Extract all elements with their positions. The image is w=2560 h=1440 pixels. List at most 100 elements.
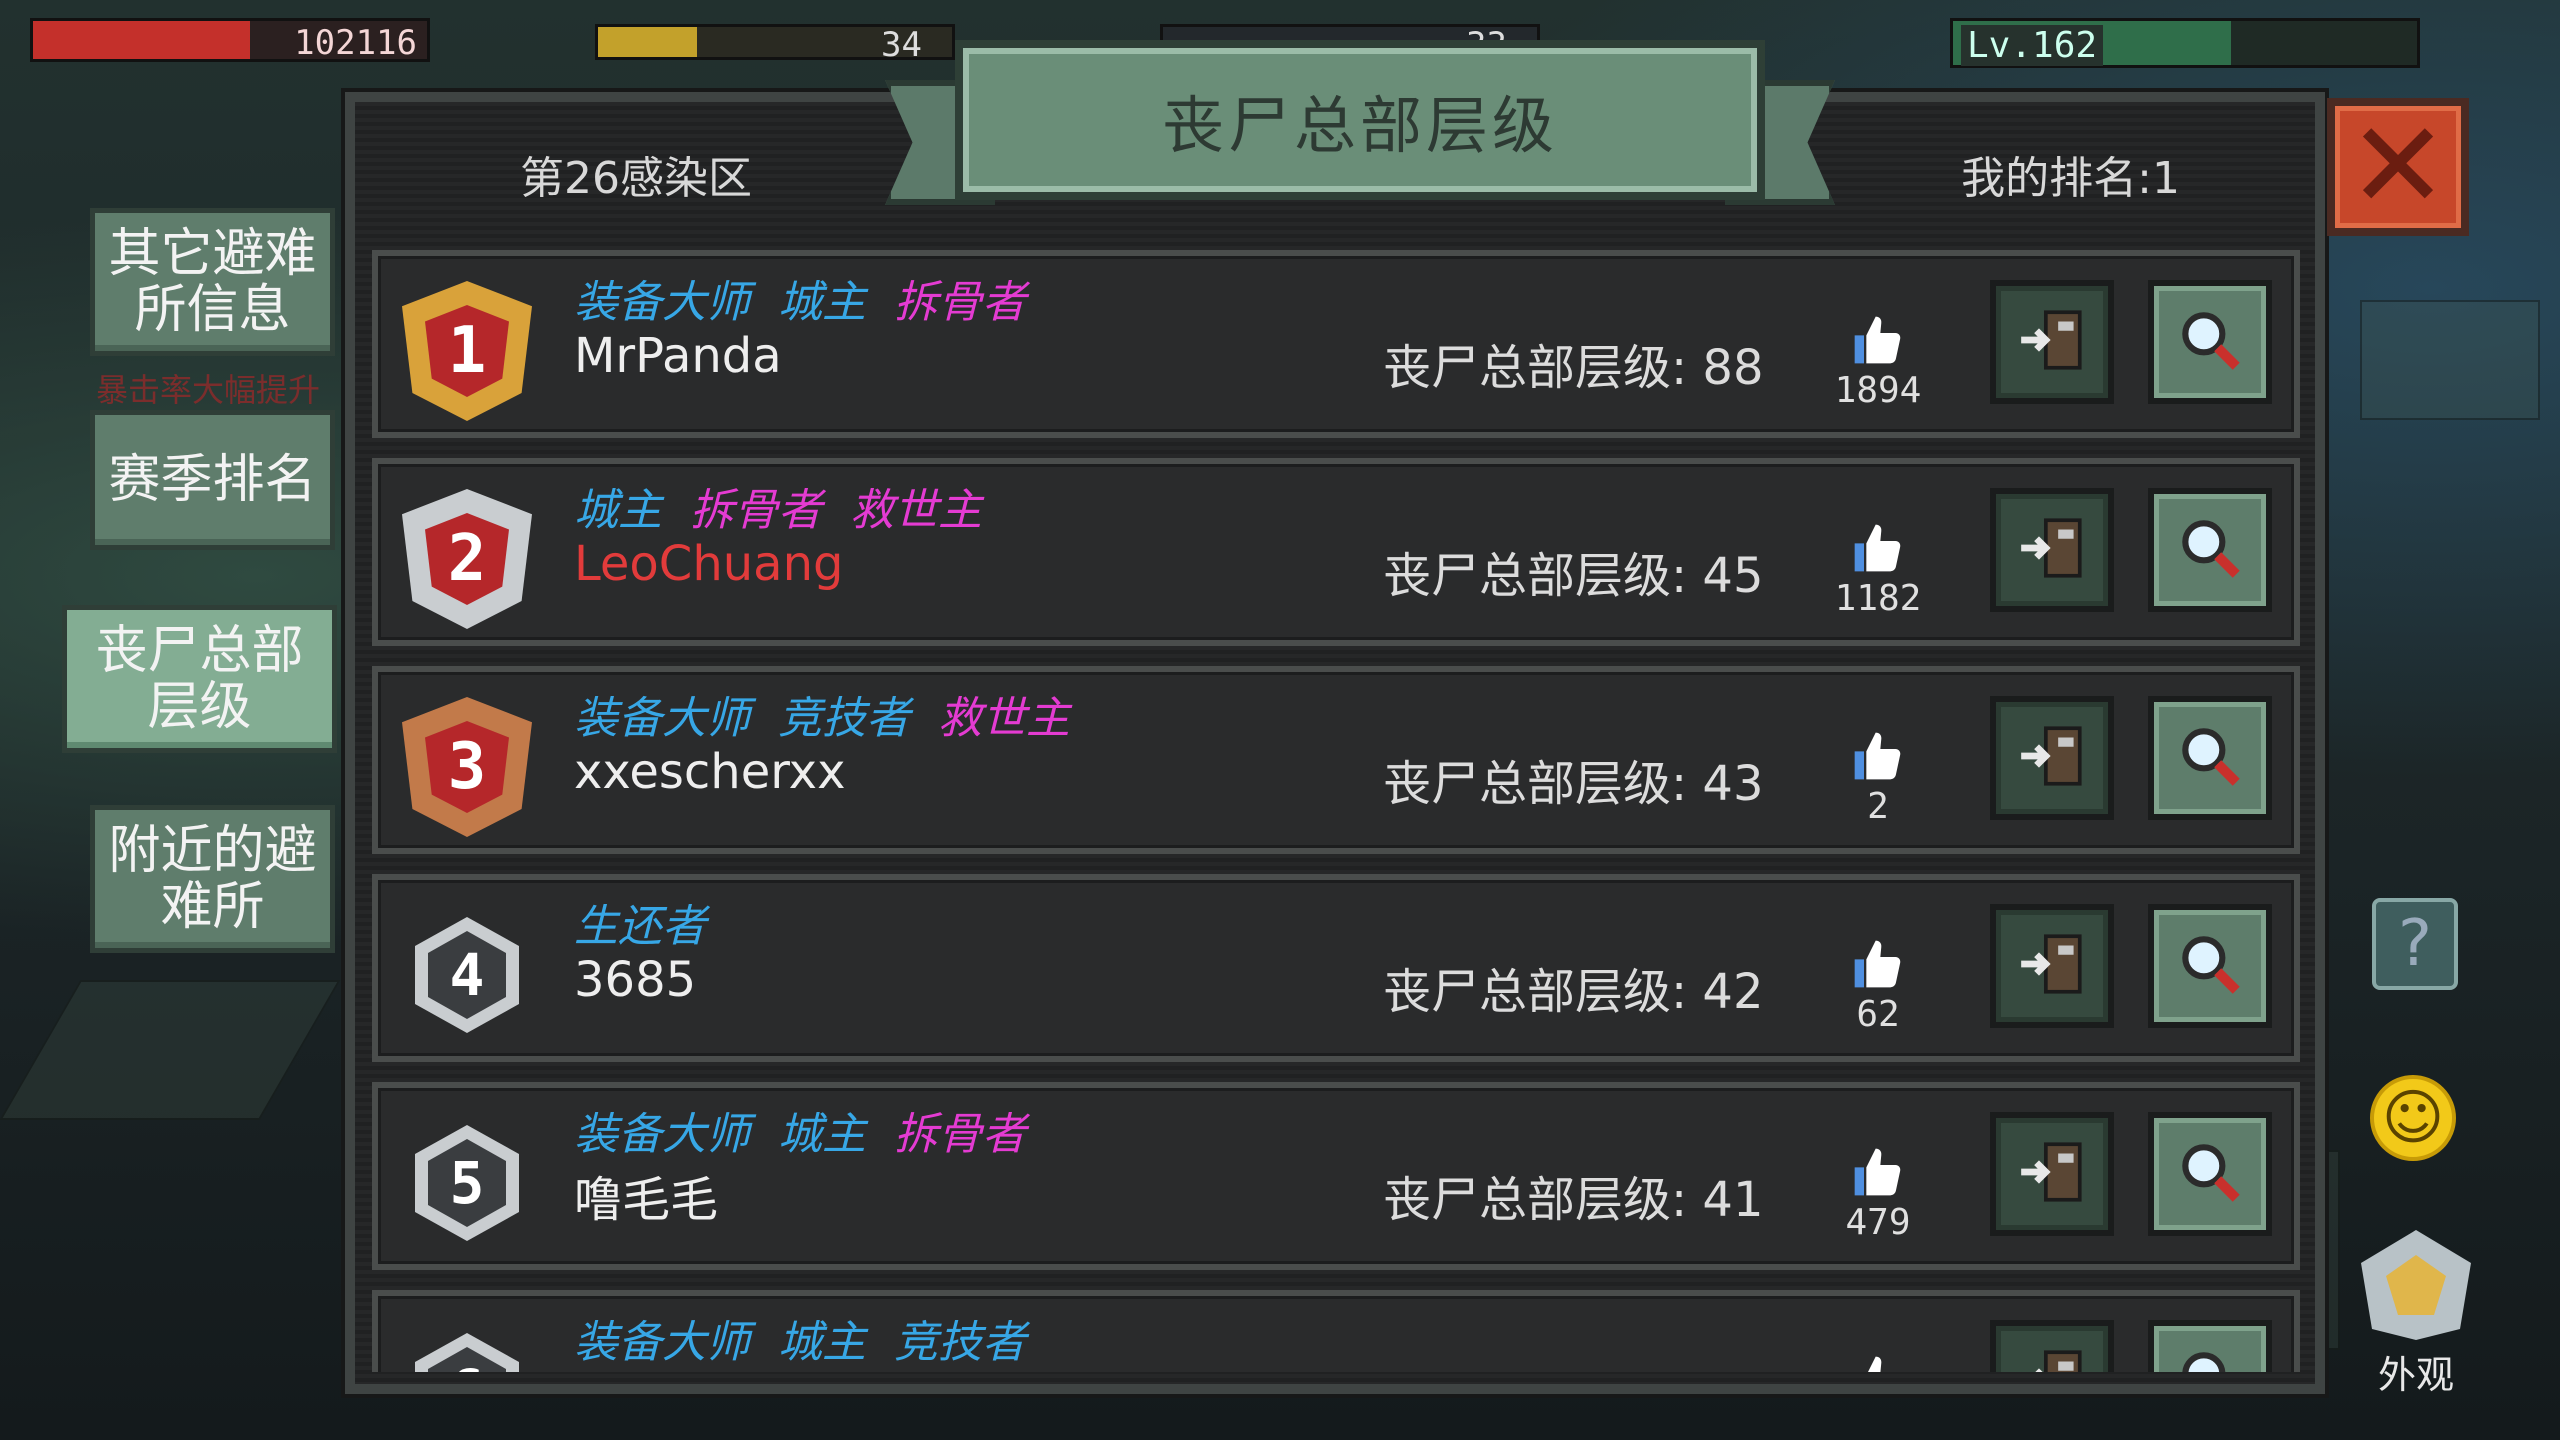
view-player-button[interactable]: [2148, 280, 2272, 404]
ranking-row[interactable]: 3 装备大师 竞技者 救世主 xxescherxx 丧尸总部层级: 43 2: [372, 666, 2300, 854]
view-player-button[interactable]: [2148, 1320, 2272, 1372]
thumbs-up-icon: [1850, 728, 1906, 784]
close-icon: ✕: [2347, 97, 2449, 236]
hq-level: 丧尸总部层级: 43: [1383, 756, 1764, 812]
rank-number: 5: [428, 1139, 506, 1227]
other-shelters-button[interactable]: 其它避难所信息: [90, 208, 335, 356]
visit-shelter-button[interactable]: [1990, 280, 2114, 404]
like-count: 1894: [1834, 370, 1922, 411]
player-title: 城主: [574, 485, 662, 536]
panel-title: 丧尸总部层级: [1161, 89, 1558, 162]
view-player-button[interactable]: [2148, 488, 2272, 612]
player-name: 噜毛毛: [574, 1172, 719, 1228]
ranking-list[interactable]: 1 装备大师 城主 拆骨者 MrPanda 丧尸总部层级: 88 1894 2 城主 拆骨者 救世主…: [372, 250, 2300, 1372]
thumbs-up-icon: [1850, 936, 1906, 992]
nearby-shelters-button[interactable]: 附近的避难所: [90, 805, 335, 953]
thumbs-up-icon: [1850, 520, 1906, 576]
player-title: 拆骨者: [894, 277, 1026, 328]
like-button[interactable]: 1894: [1818, 312, 1938, 411]
player-titles: 城主 拆骨者 救世主: [574, 474, 1010, 538]
player-titles: 生还者: [574, 890, 734, 954]
visit-shelter-button[interactable]: [1990, 904, 2114, 1028]
player-title: 城主: [778, 277, 866, 328]
player-titles: 装备大师 城主 拆骨者: [574, 266, 1054, 330]
ranking-row[interactable]: 6 装备大师城主竞技者: [372, 1290, 2300, 1372]
like-button[interactable]: 479: [1818, 1144, 1938, 1243]
like-count: 2: [1867, 786, 1889, 827]
rank-badge-icon: 3: [392, 692, 542, 842]
level-label: Lv.162: [1961, 25, 2104, 66]
ranking-row[interactable]: 1 装备大师 城主 拆骨者 MrPanda 丧尸总部层级: 88 1894: [372, 250, 2300, 438]
hq-level: 丧尸总部层级: 45: [1383, 548, 1764, 604]
emoji-button[interactable]: ☺: [2370, 1075, 2456, 1161]
like-button[interactable]: [1818, 1352, 1938, 1372]
player-title: 装备大师: [574, 1109, 750, 1160]
hp-value: 102116: [294, 23, 417, 63]
visit-shelter-button[interactable]: [1990, 1112, 2114, 1236]
zombie-hq-label: 丧尸总部层级: [95, 621, 304, 737]
player-titles: 装备大师 城主 竞技者: [574, 1306, 1054, 1370]
magnifier-icon: [2173, 303, 2247, 381]
player-title: 生还者: [574, 901, 706, 952]
player-title: 拆骨者: [894, 1109, 1026, 1160]
nearby-shelters-label: 附近的避难所: [108, 821, 317, 937]
question-icon: ?: [2398, 907, 2432, 981]
ranking-row[interactable]: 4 生还者 3685 丧尸总部层级: 42 62: [372, 874, 2300, 1062]
season-rank-label: 赛季排名: [108, 450, 317, 510]
magnifier-icon: [2173, 1343, 2247, 1372]
visit-shelter-button[interactable]: [1990, 696, 2114, 820]
player-titles: 装备大师 城主 拆骨者: [574, 1098, 1054, 1162]
player-title: 装备大师: [574, 1317, 750, 1368]
player-name: xxescherxx: [574, 744, 846, 800]
season-rank-button[interactable]: 赛季排名: [90, 410, 335, 550]
zombie-hq-button[interactable]: 丧尸总部层级: [62, 605, 337, 753]
player-title: 装备大师: [574, 693, 750, 744]
hq-level: 丧尸总部层级: 88: [1383, 340, 1764, 396]
smiley-icon: ☺: [2381, 1083, 2445, 1153]
view-player-button[interactable]: [2148, 696, 2272, 820]
help-button[interactable]: ?: [2372, 898, 2458, 990]
like-button[interactable]: 1182: [1818, 520, 1938, 619]
player-title: 城主: [778, 1109, 866, 1160]
magnifier-icon: [2173, 1135, 2247, 1213]
enter-door-icon: [2015, 719, 2089, 797]
player-title: 拆骨者: [690, 485, 822, 536]
player-name: 3685: [574, 952, 697, 1008]
rank-number: 4: [428, 931, 506, 1019]
my-rank-label: 我的排名:1: [1961, 153, 2180, 204]
player-title: 竞技者: [894, 1317, 1026, 1368]
visit-shelter-button[interactable]: [1990, 488, 2114, 612]
rank-number: 2: [425, 513, 509, 605]
level-bar: Lv.162: [1950, 18, 2420, 68]
ranking-row[interactable]: 2 城主 拆骨者 救世主 LeoChuang 丧尸总部层级: 45 1182: [372, 458, 2300, 646]
like-count: 1182: [1834, 578, 1922, 619]
enter-door-icon: [2015, 927, 2089, 1005]
view-player-button[interactable]: [2148, 904, 2272, 1028]
hp-bar: 102116: [30, 18, 430, 63]
rank-badge-icon: 6: [392, 1316, 542, 1372]
appearance-icon: [2361, 1230, 2471, 1340]
like-count: 62: [1856, 994, 1900, 1035]
like-count: 479: [1845, 1202, 1911, 1243]
view-player-button[interactable]: [2148, 1112, 2272, 1236]
hq-level: 丧尸总部层级: 42: [1383, 964, 1764, 1020]
appearance-button[interactable]: 外观: [2352, 1230, 2480, 1397]
rank-badge-icon: 5: [392, 1108, 542, 1258]
like-button[interactable]: 2: [1818, 728, 1938, 827]
hq-level: 丧尸总部层级: 41: [1383, 1172, 1764, 1228]
player-name: MrPanda: [574, 328, 782, 384]
magnifier-icon: [2173, 927, 2247, 1005]
magnifier-icon: [2173, 719, 2247, 797]
visit-shelter-button[interactable]: [1990, 1320, 2114, 1372]
rank-number: 1: [425, 305, 509, 397]
player-title: 救世主: [938, 693, 1070, 744]
player-name: LeoChuang: [574, 536, 844, 592]
player-title: 救世主: [850, 485, 982, 536]
close-button[interactable]: ✕: [2327, 98, 2469, 236]
side-hint-text: 暴击率大幅提升: [96, 371, 321, 409]
enter-door-icon: [2015, 1343, 2089, 1372]
zone-label: 第26感染区: [520, 153, 752, 204]
ranking-row[interactable]: 5 装备大师 城主 拆骨者噜毛毛 丧尸总部层级: 41 479: [372, 1082, 2300, 1270]
like-button[interactable]: 62: [1818, 936, 1938, 1035]
player-title: 城主: [778, 1317, 866, 1368]
